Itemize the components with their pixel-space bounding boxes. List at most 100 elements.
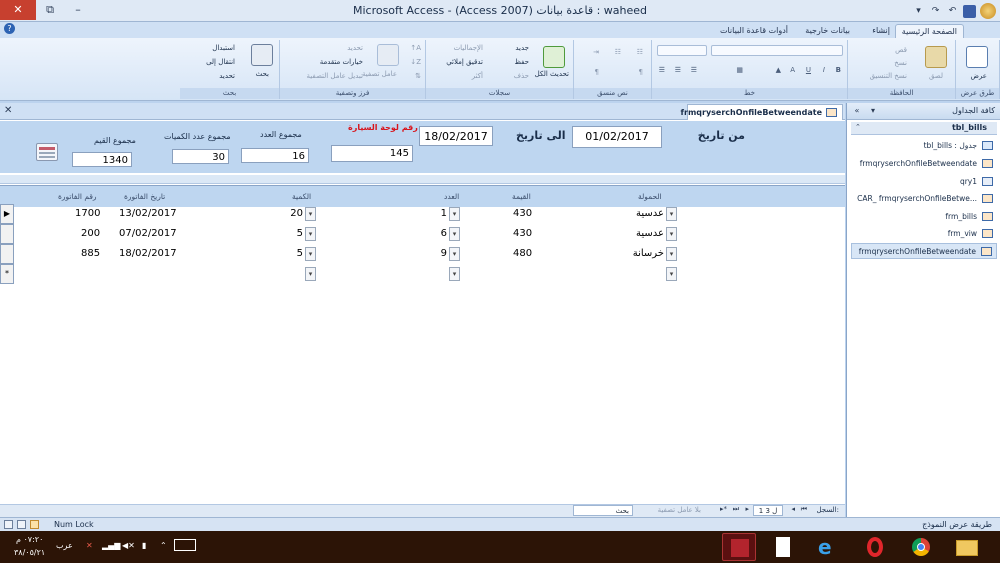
save-record-button[interactable]: حفظ (514, 58, 529, 66)
totals-button[interactable]: الإجماليات (454, 44, 483, 52)
tab-home[interactable]: الصفحة الرئيسية (894, 24, 964, 38)
collapse-chevron-icon[interactable]: ⌃ (855, 123, 861, 131)
input-language[interactable]: عرب (56, 541, 73, 550)
nav-menu-chevron-icon[interactable]: ▾ (867, 105, 879, 117)
qty-combo[interactable]: 5 ▾ (284, 227, 316, 241)
qty-total-field[interactable]: 30 (172, 149, 229, 164)
replace-button[interactable]: استبدال (212, 44, 235, 52)
close-form-icon[interactable]: ✕ (4, 105, 12, 116)
nav-item[interactable]: tbl_bills : جدول (851, 138, 997, 154)
font-name-select[interactable] (711, 45, 843, 56)
chevron-down-icon[interactable]: ▾ (305, 227, 316, 241)
chevron-down-icon[interactable]: ▾ (449, 207, 460, 221)
indent-icon[interactable]: ⇥ (593, 48, 599, 56)
value-cell[interactable]: 430 (513, 228, 532, 239)
invoice-cell[interactable]: 1700 (75, 208, 100, 219)
advanced-filter-button[interactable]: خيارات متقدمة (320, 58, 363, 66)
design-view-icon[interactable] (17, 520, 26, 529)
plate-field[interactable]: 145 (331, 145, 413, 162)
power-icon[interactable]: ▮ (142, 541, 146, 550)
record-selector[interactable]: ▶ (0, 204, 14, 224)
table-row[interactable]: ▶ عدسية ▾ 430 1 ▾ 20 ▾ 13/02/2017 1700 (0, 204, 845, 224)
new-record-button[interactable]: جديد (515, 44, 529, 52)
bold-icon[interactable]: B (836, 66, 841, 74)
nav-pane-title[interactable]: كافة الجداول (952, 106, 995, 115)
delete-record-button[interactable]: حذف (514, 72, 529, 80)
cut-button[interactable]: قص (895, 46, 907, 54)
opera-icon[interactable] (858, 533, 892, 561)
nav-group-tbl-bills[interactable]: ⌃ tbl_bills (851, 122, 997, 135)
paste-icon[interactable] (925, 46, 947, 68)
align-center-icon[interactable]: ☰ (675, 66, 681, 74)
spelling-button[interactable]: تدقيق إملائي (446, 58, 483, 66)
first-record-icon[interactable]: ⏮ (801, 505, 807, 514)
underline-icon[interactable]: U (806, 66, 811, 74)
count-combo[interactable]: 6 ▾ (428, 227, 460, 241)
bullets-icon[interactable]: ☷ (637, 48, 643, 56)
save-icon[interactable] (963, 4, 976, 18)
nav-item-selected[interactable]: frmqryserchOnfileBetweendate (851, 243, 997, 259)
to-date-field[interactable]: 18/02/2017 (419, 126, 493, 146)
font-color-icon[interactable]: A (790, 66, 795, 74)
view-icon[interactable] (966, 46, 988, 68)
copy-button[interactable]: نسخ (894, 59, 907, 67)
chevron-down-icon[interactable]: ▾ (666, 247, 677, 261)
sort-descending-icon[interactable]: ↓Z (410, 58, 421, 66)
layout-view-icon[interactable] (4, 520, 13, 529)
record-selector[interactable] (0, 224, 14, 244)
value-cell[interactable]: 480 (513, 248, 532, 259)
load-combo[interactable]: عدسية ▾ (620, 227, 677, 241)
chevron-down-icon[interactable]: ▾ (305, 207, 316, 221)
numbering-icon[interactable]: ☷ (615, 48, 621, 56)
view-button[interactable]: عرض (970, 72, 987, 80)
more-button[interactable]: أكثر (472, 72, 483, 80)
refresh-all-button[interactable]: تحديث الكل (535, 70, 569, 78)
nav-item[interactable]: qry1 (851, 174, 997, 190)
count-combo[interactable]: 9 ▾ (428, 247, 460, 261)
italic-icon[interactable]: I (823, 66, 825, 74)
nav-item[interactable]: frmqryserchOnfileBetweendate (851, 156, 997, 172)
invoice-cell[interactable]: 885 (81, 248, 100, 259)
file-taskbar-icon[interactable] (766, 533, 800, 561)
binoculars-icon[interactable] (251, 44, 273, 66)
chevron-down-icon[interactable]: ▾ (449, 247, 460, 261)
rtl-icon[interactable]: ¶ (639, 68, 643, 76)
new-record-row[interactable]: * ▾ ▾ ▾ (0, 264, 845, 284)
form-view-status-icon[interactable] (30, 520, 39, 529)
chevron-down-icon[interactable]: ▾ (666, 267, 677, 281)
load-combo[interactable]: خرسانة ▾ (620, 247, 677, 261)
chevron-down-icon[interactable]: ▾ (666, 207, 677, 221)
undo-icon[interactable]: ↶ (946, 5, 959, 18)
nav-item[interactable]: frm_viw (851, 226, 997, 242)
font-size-select[interactable] (657, 45, 707, 56)
clock-date[interactable]: ٣٨/٠٥/٢١ (14, 548, 45, 557)
value-total-field[interactable]: 1340 (72, 152, 132, 167)
chevron-down-icon[interactable]: ▾ (449, 227, 460, 241)
chrome-icon[interactable] (904, 533, 938, 561)
office-button[interactable] (980, 3, 996, 19)
search-box[interactable]: بحث (573, 505, 633, 516)
align-left-icon[interactable]: ☰ (691, 66, 697, 74)
chevron-down-icon[interactable]: ▾ (449, 267, 460, 281)
select-button[interactable]: تحديد (219, 72, 235, 80)
keyboard-icon[interactable] (174, 539, 196, 551)
table-row[interactable]: خرسانة ▾ 480 9 ▾ 5 ▾ 18/02/2017 885 (0, 244, 845, 264)
date-cell[interactable]: 18/02/2017 (119, 248, 177, 259)
customize-qat-icon[interactable]: ▾ (912, 5, 925, 18)
tab-database-tools[interactable]: أدوات قاعدة البيانات (714, 24, 794, 38)
file-explorer-icon[interactable] (950, 533, 984, 561)
new-record-selector[interactable]: * (0, 264, 14, 284)
network-error-icon[interactable]: ✕ (86, 541, 93, 550)
load-combo[interactable]: عدسية ▾ (620, 207, 677, 221)
chevron-down-icon[interactable]: ▾ (305, 267, 316, 281)
help-icon[interactable]: ? (4, 23, 15, 34)
previous-record-icon[interactable]: ◂ (791, 505, 795, 513)
selection-button[interactable]: تحديد (347, 44, 363, 52)
last-record-icon[interactable]: ⏭ (733, 505, 739, 514)
internet-explorer-icon[interactable]: e (812, 533, 846, 561)
record-position-field[interactable]: 1 ل 3 (753, 505, 783, 516)
show-hidden-icons[interactable]: ⌃ (160, 541, 167, 550)
chevron-down-icon[interactable]: ▾ (666, 227, 677, 241)
toggle-filter-button[interactable]: تبديل عامل التصفية (307, 72, 363, 80)
date-cell[interactable]: 07/02/2017 (119, 228, 177, 239)
